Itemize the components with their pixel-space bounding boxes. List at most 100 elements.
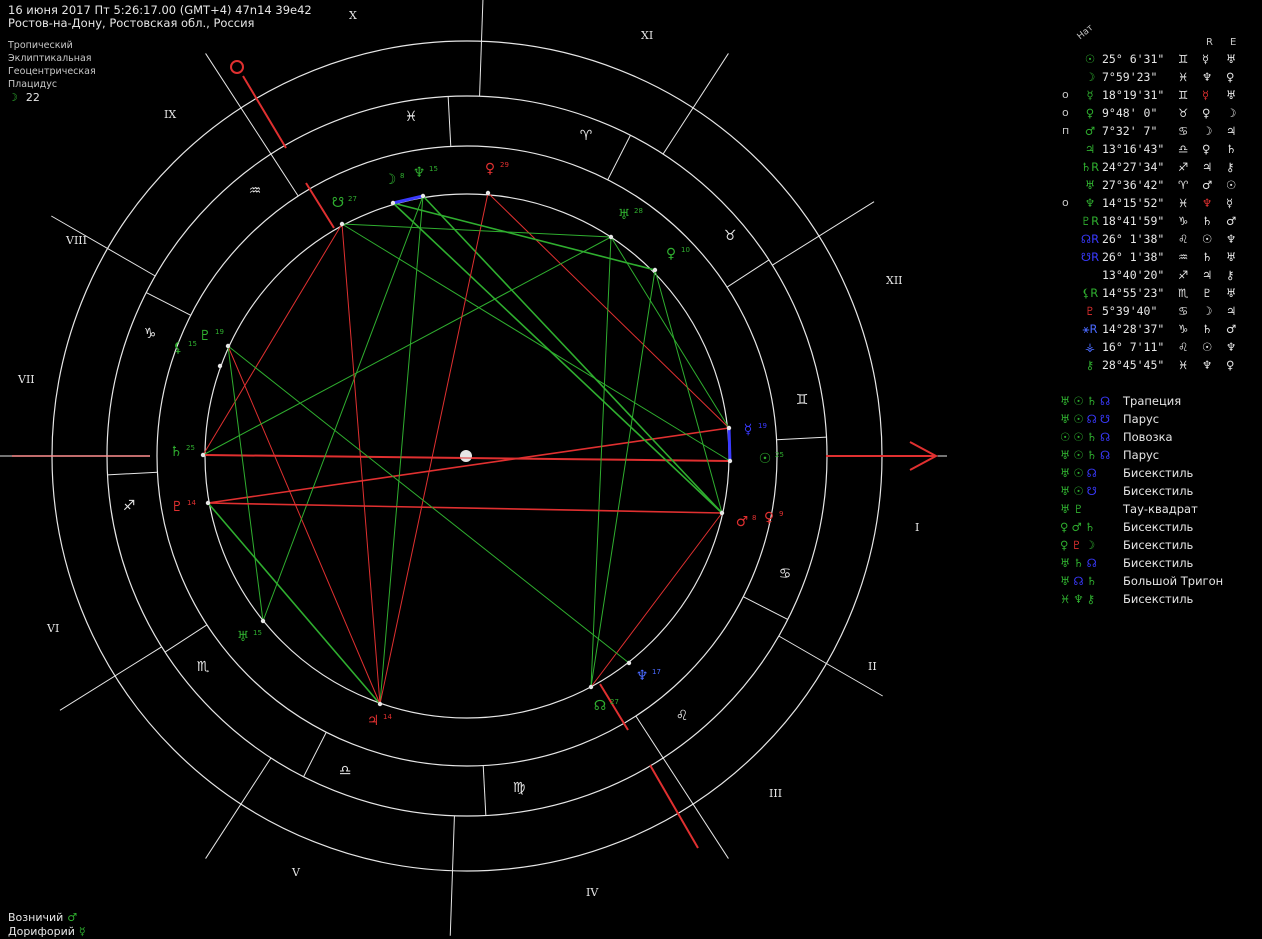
sign-glyph-icon: ♓ — [1178, 358, 1189, 372]
sign-divider — [270, 153, 299, 197]
aspect-planet-icon: ☽ — [1084, 538, 1096, 552]
aspect-planet-icon: ♄ — [1086, 448, 1097, 462]
aspect-figure-glyphs: ♅ ☉ ☊ ☋ — [1060, 412, 1116, 426]
exaltation-glyph-icon: ⚷ — [1226, 160, 1235, 174]
aspect-planet-icon: ♇ — [1071, 538, 1082, 552]
aspect-figure-row[interactable]: ♅ ☉ ☊ ☋ Парус — [1060, 412, 1260, 430]
aspect-figure-row[interactable]: ♀ ♇ ☽ Бисекстиль — [1060, 538, 1260, 556]
planet-point — [225, 343, 231, 349]
ic-axis — [649, 764, 699, 849]
ruler-glyph-icon: ♂ — [1202, 178, 1213, 192]
ruler-glyph-icon: ♄ — [1202, 214, 1213, 228]
aspect-planet-icon: ♄ — [1086, 394, 1097, 408]
planet-degree-label: 19 — [758, 422, 767, 430]
house-number: I — [915, 521, 919, 534]
sign-divider — [726, 259, 770, 288]
aspect-figure-row[interactable]: ♅ ☉ ☋ Бисекстиль — [1060, 484, 1260, 502]
sign-glyph-icon: ♒ — [1178, 250, 1189, 264]
exaltation-glyph-icon: ♆ — [1226, 232, 1237, 246]
house-cusp-line — [449, 815, 455, 936]
planet-glyph-icon: ♀ — [485, 161, 495, 177]
footer-label: Дорифорий — [8, 925, 75, 938]
exaltation-glyph-icon: ♃ — [1226, 304, 1237, 318]
aspect-figure-row[interactable]: ♅ ♄ ☊ Бисекстиль — [1060, 556, 1260, 574]
exaltation-glyph-icon: ♀ — [1226, 70, 1235, 84]
aspect-planet-icon: ☉ — [1073, 484, 1084, 498]
planet-position: 7°59'23" — [1102, 70, 1158, 84]
mc-marker — [230, 60, 244, 74]
aspect-figure-row[interactable]: ☉ ☉ ♄ ☊ Повозка — [1060, 430, 1260, 448]
aspect-figure-row[interactable]: ♅ ☉ ♄ ☊ Трапеция — [1060, 394, 1260, 412]
planet-point — [485, 190, 491, 196]
planet-glyph-icon: ♄ — [170, 444, 183, 460]
aspect-planet-icon: ☊ — [1099, 448, 1111, 462]
house-number: XII — [886, 274, 903, 287]
planet-glyph-icon: ♅ — [237, 629, 250, 645]
planet-position: 5°39'40" — [1102, 304, 1158, 318]
aspect-planet-icon: ☉ — [1073, 394, 1084, 408]
aspect-figure-row[interactable]: ♓ ♆ ⚷ Бисекстиль — [1060, 592, 1260, 610]
planet-row: ☉ 25° 6'31" ♊ ☿ ♅ — [1060, 52, 1260, 70]
planet-glyph-icon: ⚶ — [1085, 340, 1095, 354]
aspect-planet-icon: ♄ — [1086, 430, 1097, 444]
sign-divider — [607, 135, 631, 181]
planet-glyph-icon: ♀ — [1085, 106, 1095, 120]
planet-glyph-icon: ♅ — [1084, 178, 1096, 192]
aspect-figure-glyphs: ♅ ♇ — [1060, 502, 1116, 516]
house-cusp-line — [205, 53, 272, 155]
aspect-line — [590, 512, 723, 688]
planet-position: 18°41'59" — [1102, 214, 1165, 228]
ruler-glyph-icon: ☿ — [1202, 52, 1210, 66]
aspect-planet-icon: ⚷ — [1086, 592, 1096, 606]
planet-degree-label: 27 — [348, 195, 357, 203]
aspect-line — [727, 427, 732, 462]
mars-icon: ♂ — [67, 911, 78, 924]
aspect-planet-icon: ♄ — [1086, 574, 1097, 588]
aspect-figure-row[interactable]: ♀ ♂ ♄ Бисекстиль — [1060, 520, 1260, 538]
planet-row: o ☿ 18°19'31" ♊ ☿ ♅ — [1060, 88, 1260, 106]
planet-position: 16° 7'11" — [1102, 340, 1165, 354]
aspect-figure-row[interactable]: ♅ ☊ ♄ Большой Тригон — [1060, 574, 1260, 592]
planet-glyph-icon: ♃ — [367, 713, 380, 729]
footer-row-charioteer: Возничий ♂ — [8, 911, 86, 925]
planet-glyph-icon: ♆ — [413, 165, 426, 181]
aspect-figure-row[interactable]: ♅ ☉ ♄ ☊ Парус — [1060, 448, 1260, 466]
aspect-figure-row[interactable]: ♅ ☉ ☊ Бисекстиль — [1060, 466, 1260, 484]
ruler-glyph-icon: ♀ — [1202, 142, 1211, 156]
planet-degree-label: 14 — [383, 713, 392, 721]
exaltation-glyph-icon: ♅ — [1226, 286, 1237, 300]
aspect-figure-row[interactable]: ♅ ♇ Тау-квадрат — [1060, 502, 1260, 520]
planet-position: 18°19'31" — [1102, 88, 1165, 102]
aspect-figure-glyphs: ♅ ♄ ☊ — [1060, 556, 1116, 570]
aspect-planet-icon: ☉ — [1073, 412, 1084, 426]
ruler-glyph-icon: ♀ — [1202, 106, 1211, 120]
planet-degree-label: 15 — [188, 340, 197, 348]
moon-day-value: 22 — [25, 91, 40, 104]
exaltation-glyph-icon: ♅ — [1226, 52, 1237, 66]
planet-point — [727, 458, 733, 464]
planet-glyph-icon: ♂ — [736, 514, 749, 530]
planet-degree-label: 19 — [215, 328, 224, 336]
chart-settings: Тропический Эклиптикальная Геоцентрическ… — [8, 39, 96, 91]
planet-row: ☽ 7°59'23" ♓ ♆ ♀ — [1060, 70, 1260, 88]
house-number: II — [868, 660, 877, 673]
ruler-glyph-icon: ☉ — [1202, 340, 1213, 354]
ruler-glyph-icon: ☿ — [1202, 88, 1210, 102]
aspect-figure-glyphs: ♅ ☉ ♄ ☊ — [1060, 448, 1116, 462]
sign-glyph-icon: ♎ — [1178, 142, 1189, 156]
house-number: III — [769, 787, 782, 800]
sign-glyph-icon: ♌ — [1178, 340, 1189, 354]
row-marker: o — [1062, 106, 1069, 119]
sign-glyph-icon: ♉ — [1178, 106, 1189, 120]
planet-row: ♇R 18°41'59" ♑ ♄ ♂ — [1060, 214, 1260, 232]
footer-label: Возничий — [8, 911, 64, 924]
planet-degree-label: 29 — [500, 161, 509, 169]
house-number: VIII — [65, 234, 87, 247]
aspect-line — [341, 223, 381, 705]
planet-point — [420, 193, 426, 199]
ruler-column-label: R — [1206, 37, 1213, 48]
planet-glyph-icon: ♆ — [636, 668, 649, 684]
sign-glyph-icon: ♓ — [1178, 70, 1189, 84]
aspect-figure-name: Парус — [1123, 412, 1160, 426]
planet-row: ♅ 27°36'42" ♈ ♂ ☉ — [1060, 178, 1260, 196]
